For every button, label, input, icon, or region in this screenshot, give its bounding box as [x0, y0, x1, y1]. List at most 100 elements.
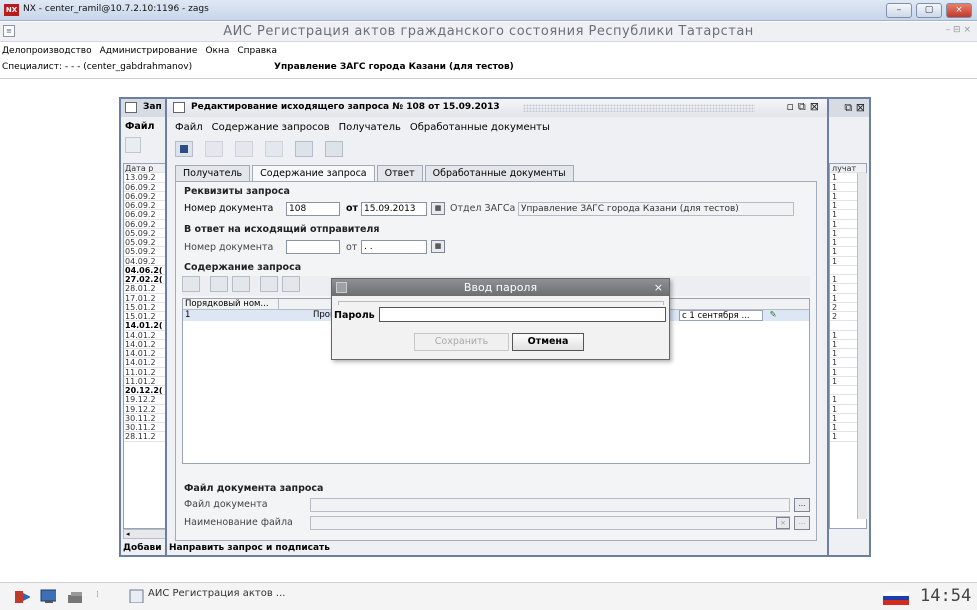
date-cell[interactable]: 14.01.2	[124, 349, 166, 359]
menu-file[interactable]: Файл	[175, 122, 203, 133]
reply-date-field[interactable]: . .	[361, 240, 427, 254]
date-cell[interactable]: 14.01.2	[124, 340, 166, 349]
date-cell[interactable]: 30.11.2	[124, 414, 166, 423]
dialog-title: Ввод пароля	[463, 281, 538, 294]
minimize-button[interactable]: –	[886, 3, 912, 18]
menu-item-help[interactable]: Справка	[237, 46, 277, 56]
date-cell[interactable]: 27.02.2(	[124, 275, 166, 285]
cancel-button[interactable]: Отмена	[512, 333, 584, 351]
tab-request-content[interactable]: Содержание запроса	[252, 165, 375, 182]
disabled-icon	[265, 141, 283, 157]
edit-window-controls[interactable]: ▫⧉⊠	[786, 100, 823, 114]
bg-menu-file[interactable]: Файл	[125, 121, 154, 132]
date-cell[interactable]: 20.12.2(	[124, 386, 166, 396]
date-cell[interactable]: 28.11.2	[124, 432, 166, 442]
send-and-sign-link[interactable]: Направить запрос и подписать	[169, 543, 330, 553]
toolbar-button[interactable]	[125, 137, 141, 153]
date-cell[interactable]: 05.09.2	[124, 229, 166, 238]
date-cell[interactable]: 11.01.2	[124, 368, 166, 377]
window-icon	[173, 102, 185, 113]
network-icon[interactable]	[66, 589, 82, 603]
file-label: Файл документа	[184, 499, 268, 510]
dialog-close-icon[interactable]: ×	[654, 281, 663, 294]
browse-button[interactable]: ...	[794, 498, 810, 512]
preview-icon[interactable]	[325, 141, 343, 157]
edit-window-titlebar[interactable]: Редактирование исходящего запроса № 108 …	[167, 99, 827, 117]
date-column-header[interactable]: Дата р	[124, 164, 166, 174]
menu-request-content[interactable]: Содержание запросов	[212, 122, 330, 133]
date-cell[interactable]: 19.12.2	[124, 395, 166, 405]
clear-icon[interactable]: ×	[776, 517, 790, 529]
recipient-column-header[interactable]: лучат	[830, 164, 866, 174]
date-cell[interactable]: 04.09.2	[124, 257, 166, 266]
move-up-icon[interactable]	[282, 276, 300, 292]
delete-row-icon[interactable]	[232, 276, 250, 292]
column-header-number[interactable]: Порядковый ном...	[183, 299, 279, 310]
date-cell[interactable]: 06.09.2	[124, 183, 166, 192]
save-icon[interactable]	[175, 141, 193, 157]
menu-recipient[interactable]: Получатель	[339, 122, 401, 133]
nx-titlebar: NX NX - center_ramil@10.7.2.10:1196 - za…	[0, 0, 977, 21]
date-cell[interactable]: 06.09.2	[124, 220, 166, 229]
desktop-icon[interactable]	[40, 589, 56, 603]
document-icon[interactable]	[295, 141, 313, 157]
vertical-scrollbar[interactable]	[857, 173, 867, 519]
date-cell[interactable]: 15.01.2	[124, 303, 166, 312]
menu-item-admin[interactable]: Администрирование	[100, 46, 198, 56]
move-down-icon[interactable]	[260, 276, 278, 292]
date-cell[interactable]: 05.09.2	[124, 238, 166, 248]
date-cell[interactable]: 13.09.2	[124, 173, 166, 183]
horizontal-scrollbar[interactable]: ◂	[123, 529, 167, 539]
date-cell[interactable]: 14.01.2	[124, 331, 166, 340]
taskbar-app-button[interactable]: АИС Регистрация актов ...	[148, 588, 285, 599]
browse-name-button[interactable]: ...	[794, 516, 810, 530]
date-field[interactable]: 15.09.2013	[361, 202, 427, 216]
date-cell[interactable]: 06.09.2	[124, 210, 166, 220]
date-cell[interactable]: 04.06.2(	[124, 266, 166, 275]
specialist-label: Специалист: - - - (center_gabdrahmanov)	[2, 62, 193, 72]
tab-recipient[interactable]: Получатель	[175, 165, 251, 181]
dialog-titlebar[interactable]: Ввод пароля ×	[332, 279, 669, 296]
menu-processed-docs[interactable]: Обработанные документы	[410, 122, 550, 133]
menu-item-windows[interactable]: Окна	[205, 46, 229, 56]
reply-from-label: от	[346, 242, 358, 253]
app-window-controls[interactable]: – ⊟ ×	[946, 25, 971, 35]
divider	[0, 78, 977, 79]
tab-answer[interactable]: Ответ	[376, 165, 423, 181]
calendar-icon[interactable]: ▦	[431, 240, 445, 253]
tab-processed-docs[interactable]: Обработанные документы	[424, 165, 574, 181]
date-cell[interactable]: 30.11.2	[124, 423, 166, 433]
tab-content-panel: Реквизиты запроса Номер документа 108 от…	[175, 181, 817, 541]
menu-item-docflow[interactable]: Делопроизводство	[2, 46, 92, 56]
date-cell[interactable]: 15.01.2	[124, 312, 166, 322]
file-section-title: Файл документа запроса	[184, 483, 324, 494]
password-dialog[interactable]: Ввод пароля × Пароль Сохранить Отмена	[331, 278, 670, 360]
date-cell[interactable]: 14.01.2	[124, 358, 166, 368]
bg-window-controls[interactable]: ⧉ ⊠	[844, 101, 865, 115]
calendar-icon[interactable]: ▦	[431, 202, 445, 215]
app-window-icon	[129, 589, 144, 603]
date-cell[interactable]: 28.01.2	[124, 284, 166, 294]
nx-logo-icon: NX	[4, 4, 19, 16]
language-flag-icon[interactable]	[883, 591, 909, 605]
date-cell[interactable]: 19.12.2	[124, 405, 166, 414]
date-cell[interactable]: 17.01.2	[124, 294, 166, 303]
date-cell[interactable]: 06.09.2	[124, 201, 166, 211]
date-cell[interactable]: 14.01.2(	[124, 321, 166, 331]
row-action-icon[interactable]: ✎	[763, 310, 781, 321]
date-cell[interactable]: 06.09.2	[124, 192, 166, 201]
date-cell[interactable]: 05.09.2	[124, 247, 166, 257]
edit-row-icon[interactable]	[210, 276, 228, 292]
main-menu: Делопроизводство Администрирование Окна …	[0, 43, 285, 59]
close-button[interactable]: ×	[946, 3, 972, 18]
password-input[interactable]	[379, 307, 666, 322]
doc-number-field[interactable]: 108	[286, 202, 340, 216]
add-row-icon[interactable]	[182, 276, 200, 292]
save-button[interactable]: Сохранить	[414, 333, 509, 351]
bg-add-link[interactable]: Добави	[123, 543, 162, 553]
start-icon[interactable]	[14, 589, 30, 603]
reply-doc-number-field[interactable]	[286, 240, 340, 254]
content-title: Содержание запроса	[184, 262, 302, 273]
maximize-button[interactable]: ▢	[916, 3, 942, 18]
date-cell[interactable]: 11.01.2	[124, 377, 166, 386]
